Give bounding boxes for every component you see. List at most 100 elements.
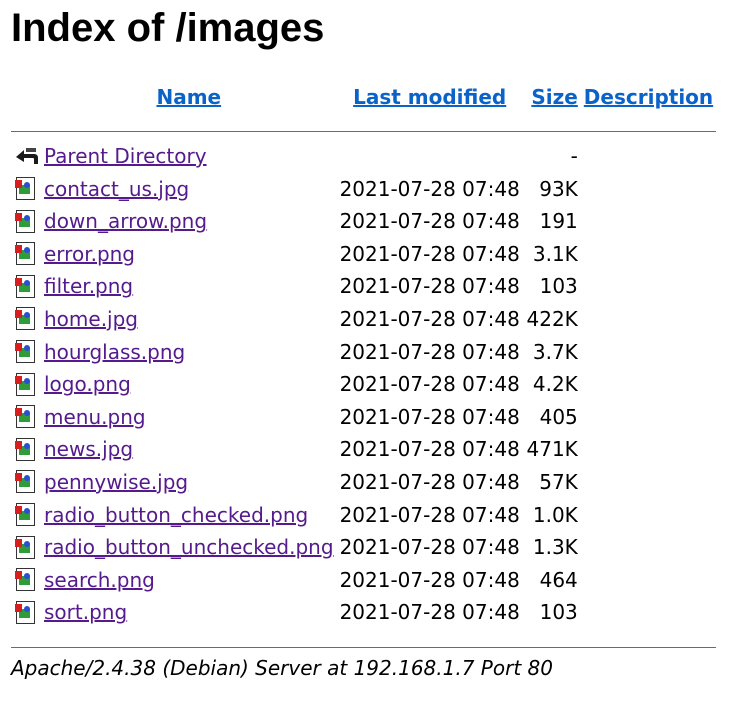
file-size: 3.1K — [532, 241, 578, 266]
sort-by-name-link[interactable]: Name — [156, 85, 221, 109]
file-description — [584, 401, 716, 434]
file-description — [584, 205, 716, 238]
image-file-icon — [14, 176, 35, 201]
file-row: radio_button_unchecked.png 2021-07-28 07:… — [11, 531, 716, 564]
top-divider — [11, 130, 717, 132]
file-description — [584, 531, 716, 564]
file-description — [584, 173, 716, 206]
file-row: logo.png 2021-07-28 07:48 4.2K — [11, 368, 716, 401]
file-link[interactable]: error.png — [44, 242, 135, 266]
file-size: 57K — [539, 469, 578, 494]
file-description — [584, 368, 716, 401]
image-file-icon — [14, 274, 35, 298]
file-row: news.jpg 2021-07-28 07:48 471K — [11, 433, 716, 466]
file-row: sort.png 2021-07-28 07:48 103 — [11, 596, 716, 629]
image-file-icon — [14, 600, 35, 624]
file-row: pennywise.jpg 2021-07-28 07:48 57K — [11, 466, 716, 499]
parent-modified — [337, 140, 523, 173]
file-row: menu.png 2021-07-28 07:48 405 — [11, 401, 716, 434]
file-size: 4.2K — [532, 372, 578, 397]
file-description — [584, 466, 716, 499]
parent-directory-row: Parent Directory - — [11, 140, 716, 173]
file-size: 1.3K — [532, 535, 578, 560]
file-size: 422K — [526, 306, 578, 331]
header-separator — [11, 114, 717, 140]
image-file-icon — [14, 502, 35, 527]
file-row: error.png 2021-07-28 07:48 3.1K — [11, 238, 716, 271]
file-modified: 2021-07-28 07:48 — [339, 600, 520, 625]
file-row: hourglass.png 2021-07-28 07:48 3.7K — [11, 336, 716, 369]
image-file-icon — [14, 469, 35, 494]
icon-column-header — [11, 80, 40, 114]
parent-directory-link[interactable]: Parent Directory — [44, 144, 207, 168]
image-file-icon — [14, 567, 35, 592]
file-description — [584, 270, 716, 303]
file-link[interactable]: contact_us.jpg — [44, 177, 189, 201]
file-description — [584, 596, 716, 629]
image-file-icon — [14, 372, 35, 396]
back-arrow-icon — [16, 147, 38, 164]
sort-by-size-link[interactable]: Size — [531, 85, 577, 109]
file-modified: 2021-07-28 07:48 — [339, 437, 520, 462]
file-size: 103 — [539, 600, 578, 625]
image-file-icon — [14, 404, 35, 429]
file-size: 464 — [539, 567, 578, 592]
file-description — [584, 303, 716, 336]
image-file-icon — [14, 535, 35, 559]
file-size: 191 — [539, 209, 578, 234]
file-row: search.png 2021-07-28 07:48 464 — [11, 564, 716, 597]
file-link[interactable]: menu.png — [44, 405, 146, 429]
sort-by-description-link[interactable]: Description — [584, 85, 713, 109]
page-title: Index of /images — [11, 6, 325, 50]
file-listing-table: Name Last modified Size Description Pare… — [11, 80, 717, 657]
file-modified: 2021-07-28 07:48 — [339, 274, 520, 299]
file-size: 1.0K — [532, 502, 578, 527]
file-modified: 2021-07-28 07:48 — [339, 306, 520, 331]
file-link[interactable]: sort.png — [44, 600, 127, 624]
file-link[interactable]: down_arrow.png — [44, 209, 207, 233]
file-size: 103 — [539, 274, 578, 299]
image-file-icon — [14, 437, 35, 461]
file-link[interactable]: hourglass.png — [44, 340, 185, 364]
file-link[interactable]: home.jpg — [44, 307, 138, 331]
server-signature: Apache/2.4.38 (Debian) Server at 192.168… — [11, 656, 553, 680]
parent-size: - — [570, 144, 578, 168]
file-description — [584, 499, 716, 532]
file-description — [584, 564, 716, 597]
file-size: 93K — [539, 176, 578, 201]
file-modified: 2021-07-28 07:48 — [339, 567, 520, 592]
file-row: radio_button_checked.png 2021-07-28 07:48… — [11, 499, 716, 532]
file-modified: 2021-07-28 07:48 — [339, 241, 520, 266]
file-modified: 2021-07-28 07:48 — [339, 339, 520, 364]
file-link[interactable]: radio_button_unchecked.png — [44, 535, 334, 559]
file-row: down_arrow.png 2021-07-28 07:48 191 — [11, 205, 716, 238]
file-link[interactable]: logo.png — [44, 372, 131, 396]
file-description — [584, 433, 716, 466]
bottom-divider — [11, 647, 717, 649]
parent-description — [584, 140, 716, 173]
file-size: 3.7K — [532, 339, 578, 364]
file-size: 405 — [539, 404, 578, 429]
file-modified: 2021-07-28 07:48 — [339, 209, 520, 234]
file-link[interactable]: news.jpg — [44, 437, 133, 461]
header-row: Name Last modified Size Description — [11, 80, 716, 114]
file-link[interactable]: filter.png — [44, 274, 133, 298]
file-description — [584, 336, 716, 369]
file-modified: 2021-07-28 07:48 — [339, 535, 520, 560]
file-link[interactable]: radio_button_checked.png — [44, 503, 308, 527]
file-modified: 2021-07-28 07:48 — [339, 469, 520, 494]
image-file-icon — [14, 339, 35, 364]
file-link[interactable]: pennywise.jpg — [44, 470, 188, 494]
file-modified: 2021-07-28 07:48 — [339, 502, 520, 527]
file-row: contact_us.jpg 2021-07-28 07:48 93K — [11, 173, 716, 206]
image-file-icon — [14, 241, 35, 266]
image-file-icon — [14, 209, 35, 233]
file-modified: 2021-07-28 07:48 — [339, 372, 520, 397]
sort-by-last-modified-link[interactable]: Last modified — [353, 85, 506, 109]
file-modified: 2021-07-28 07:48 — [339, 404, 520, 429]
file-row: filter.png 2021-07-28 07:48 103 — [11, 270, 716, 303]
file-link[interactable]: search.png — [44, 568, 155, 592]
image-file-icon — [14, 306, 35, 331]
file-size: 471K — [526, 437, 578, 462]
file-description — [584, 238, 716, 271]
